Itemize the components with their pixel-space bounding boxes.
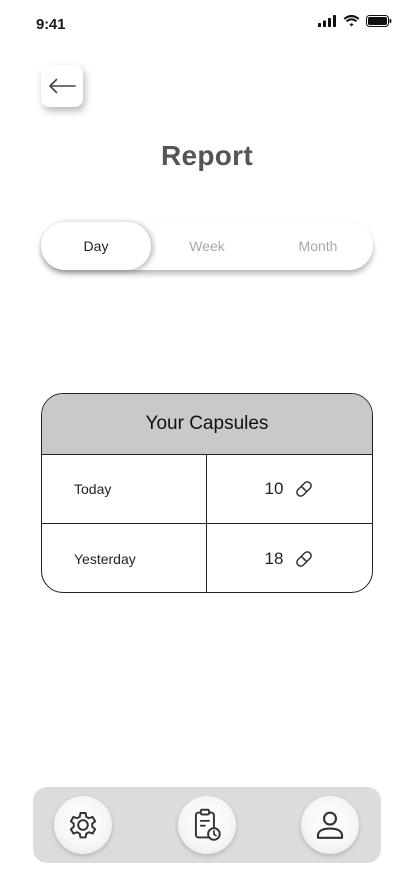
capsule-count: 10 <box>264 479 284 498</box>
gear-icon <box>69 812 97 839</box>
table-row: Yesterday 18 <box>42 524 372 592</box>
pill-icon <box>296 550 313 567</box>
wifi-icon <box>343 15 360 27</box>
arrow-left-icon <box>49 78 76 94</box>
status-bar: 9:41 <box>0 0 414 48</box>
period-tabs: Day Week Month <box>41 222 373 270</box>
battery-icon <box>366 15 392 27</box>
tab-day[interactable]: Day <box>41 222 151 270</box>
cellular-signal-icon <box>318 15 336 27</box>
nav-profile-button[interactable] <box>301 796 359 854</box>
bottom-nav <box>33 787 381 863</box>
capsules-card: Your Capsules Today 10 Yesterday 18 <box>41 393 373 593</box>
row-label-yesterday: Yesterday <box>74 550 136 567</box>
pill-icon <box>296 481 313 497</box>
page-title: Report <box>160 140 254 171</box>
nav-report-button[interactable] <box>178 796 236 854</box>
nav-settings-button[interactable] <box>54 796 112 854</box>
status-time: 9:41 <box>36 16 66 33</box>
capsules-card-title: Your Capsules <box>42 394 372 455</box>
tab-month[interactable]: Month <box>263 222 373 270</box>
capsule-count: 18 <box>264 548 284 568</box>
tab-week[interactable]: Week <box>151 222 263 270</box>
status-icons <box>318 15 392 27</box>
row-value-yesterday: 18 <box>207 524 372 592</box>
table-row: Today 10 <box>42 455 372 524</box>
row-value-today: 10 <box>207 455 372 523</box>
back-button[interactable] <box>41 65 83 107</box>
row-label-today: Today <box>74 481 112 497</box>
clipboard-clock-icon <box>194 808 221 841</box>
user-icon <box>316 811 344 839</box>
